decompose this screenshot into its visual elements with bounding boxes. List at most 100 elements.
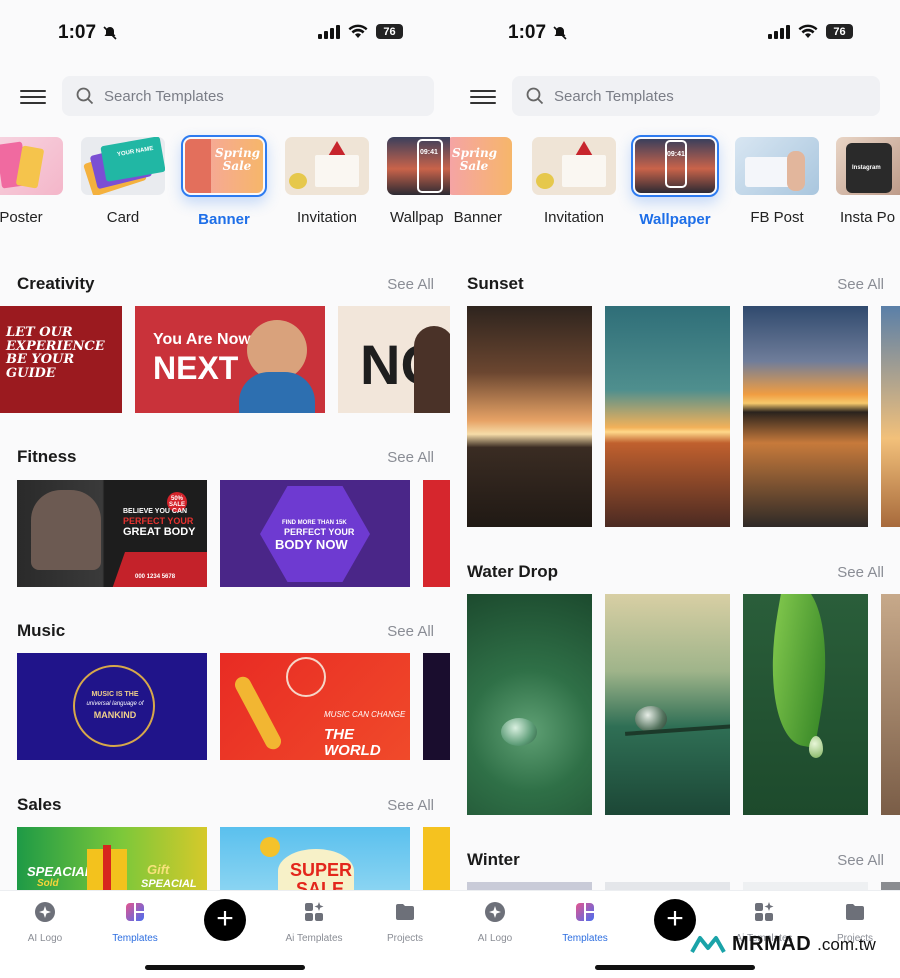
wallpaper-card[interactable] <box>605 594 730 815</box>
category-row: Poster YOUR NAME Card Spring Sale Banner <box>0 134 450 234</box>
tab-label: Ai Templates <box>285 933 343 944</box>
template-card[interactable]: 50% SALE BELIEVE YOU CAN PERFECT YOUR GR… <box>17 480 207 587</box>
template-card[interactable]: LET OUR EXPERIENCE BE YOUR GUIDE <box>0 306 122 413</box>
category-card[interactable]: YOUR NAME Card <box>80 134 166 226</box>
status-icons: 76 <box>318 24 403 39</box>
template-card[interactable]: FIND MORE THAN 15K PERFECT YOUR BODY NOW <box>220 480 410 587</box>
see-all-link[interactable]: See All <box>837 564 884 581</box>
tab-ai-logo[interactable]: AI Logo <box>7 901 83 944</box>
wifi-icon <box>798 24 818 38</box>
category-label: Card <box>106 209 140 226</box>
tab-label: Templates <box>562 933 608 944</box>
status-time: 1:07 <box>58 22 118 44</box>
see-all-link[interactable]: See All <box>387 276 434 293</box>
section-title: Sales <box>17 795 62 814</box>
wallpaper-card[interactable] <box>605 882 730 890</box>
see-all-link[interactable]: See All <box>387 797 434 814</box>
category-row: Spring Sale Banner Invitation 09:41 Wall… <box>450 134 900 234</box>
wallpaper-card[interactable] <box>605 306 730 527</box>
folder-icon <box>396 904 414 920</box>
tab-ai-templates[interactable]: Ai Templates <box>276 901 352 944</box>
battery-level: 76 <box>833 25 846 38</box>
fb-post-thumbnail <box>735 137 819 195</box>
category-banner[interactable]: Spring Sale Banner <box>181 134 267 228</box>
category-poster[interactable]: Poster <box>0 134 64 226</box>
wallpaper-card[interactable] <box>743 306 868 527</box>
category-label: Wallpaper <box>639 211 711 228</box>
template-card[interactable] <box>423 480 450 587</box>
category-label: FB Post <box>750 209 804 226</box>
search-icon <box>526 87 544 105</box>
section-title: Winter <box>467 850 520 869</box>
template-card[interactable]: MUSIC IS THE universal language of MANKI… <box>17 653 207 760</box>
section-sales: Sales See All <box>17 795 434 819</box>
wallpaper-card[interactable] <box>467 594 592 815</box>
category-banner[interactable]: Spring Sale Banner <box>450 134 512 226</box>
wallpaper-card[interactable] <box>743 882 868 890</box>
tab-templates[interactable]: Templates <box>547 901 623 944</box>
template-card[interactable]: NO <box>338 306 450 413</box>
poster-thumbnail <box>0 137 63 195</box>
templates-icon <box>126 903 144 921</box>
template-card[interactable]: You Are Now NEXT <box>135 306 325 413</box>
template-card[interactable]: SPEACIAL Sold Gift SPEACIAL <box>17 827 207 890</box>
tab-ai-logo[interactable]: AI Logo <box>457 901 533 944</box>
wallpaper-card[interactable] <box>467 306 592 527</box>
banner-thumbnail: Spring Sale <box>181 135 267 197</box>
template-card[interactable]: SUPER SALE <box>220 827 410 890</box>
see-all-link[interactable]: See All <box>837 276 884 293</box>
template-card[interactable] <box>423 827 450 890</box>
invitation-thumbnail <box>532 137 616 195</box>
tab-projects[interactable]: Projects <box>367 901 443 944</box>
wallpaper-card[interactable] <box>467 882 592 890</box>
phone-time-text: 09:41 <box>667 151 685 158</box>
category-wallpaper[interactable]: 09:41 Wallpaper <box>631 134 719 228</box>
menu-button[interactable] <box>20 86 46 106</box>
template-text: LET OUR EXPERIENCE BE YOUR GUIDE <box>6 325 105 381</box>
wallpaper-card[interactable] <box>881 594 900 815</box>
wallpaper-thumbnail: 09:41 <box>631 135 719 197</box>
see-all-link[interactable]: See All <box>387 449 434 466</box>
search-input[interactable]: Search Templates <box>512 76 880 116</box>
template-card[interactable] <box>423 653 450 760</box>
home-indicator <box>145 965 305 970</box>
tab-label: AI Logo <box>27 933 63 944</box>
see-all-link[interactable]: See All <box>837 852 884 869</box>
category-label: Banner <box>453 209 502 226</box>
section-title: Fitness <box>17 447 77 466</box>
category-fb-post[interactable]: FB Post <box>734 134 820 226</box>
category-wallpaper[interactable]: 09:41 Wallpap <box>386 134 450 226</box>
template-text: universal language of <box>86 701 144 707</box>
template-text: MANKIND <box>93 710 137 720</box>
template-text: Instagram <box>852 165 881 171</box>
category-insta-post[interactable]: Instagram Insta Po <box>836 134 900 226</box>
tab-label: Templates <box>112 933 158 944</box>
template-text: NEXT <box>153 350 239 386</box>
signal-icon <box>768 24 790 39</box>
template-text: Sold <box>37 878 59 889</box>
insta-post-thumbnail: Instagram <box>836 137 900 195</box>
wallpaper-card[interactable] <box>743 594 868 815</box>
search-input[interactable]: Search Templates <box>62 76 434 116</box>
template-text: SPEACIAL <box>141 878 197 890</box>
section-title: Sunset <box>467 274 524 293</box>
category-invitation[interactable]: Invitation <box>284 134 370 226</box>
create-button[interactable]: + <box>204 899 246 941</box>
ai-templates-icon <box>755 902 774 921</box>
template-text: BELIEVE YOU CAN <box>123 508 188 515</box>
search-placeholder: Search Templates <box>554 87 674 105</box>
battery-level: 76 <box>383 25 396 38</box>
clock: 1:07 <box>508 22 547 43</box>
search-placeholder: Search Templates <box>104 87 224 105</box>
template-card[interactable]: MUSIC CAN CHANGE THE WORLD <box>220 653 410 760</box>
status-time: 1:07 <box>508 22 568 44</box>
folder-icon <box>846 904 864 920</box>
category-invitation[interactable]: Invitation <box>531 134 617 226</box>
ai-templates-icon <box>305 902 324 921</box>
wallpaper-card[interactable] <box>881 306 900 527</box>
wallpaper-card[interactable] <box>881 882 900 890</box>
tab-templates[interactable]: Templates <box>97 901 173 944</box>
menu-button[interactable] <box>470 86 496 106</box>
section-water-drop: Water Drop See All <box>467 562 884 586</box>
see-all-link[interactable]: See All <box>387 623 434 640</box>
